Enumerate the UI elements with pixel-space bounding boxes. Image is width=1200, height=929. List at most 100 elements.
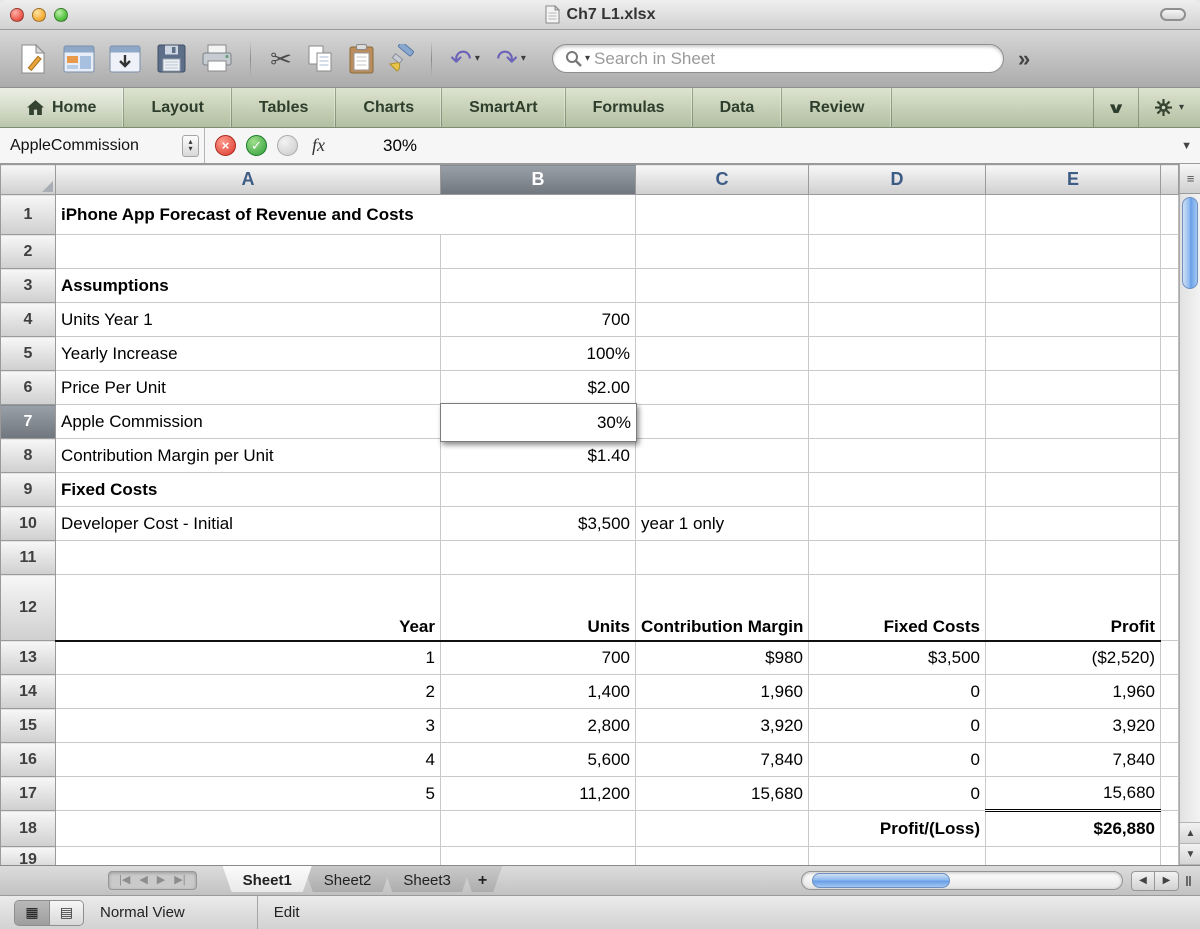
row-header[interactable]: 2 [0, 234, 56, 269]
cell-a3[interactable]: Assumptions [55, 268, 441, 303]
cell-d17[interactable]: 0 [808, 776, 986, 811]
cell[interactable] [635, 404, 809, 439]
cell[interactable] [808, 438, 986, 473]
import-button[interactable] [102, 37, 148, 81]
cell[interactable] [985, 506, 1161, 541]
cell[interactable] [808, 194, 986, 235]
cell-d15[interactable]: 0 [808, 708, 986, 743]
cell-b17[interactable]: 11,200 [440, 776, 636, 811]
cell-b10[interactable]: $3,500 [440, 506, 636, 541]
formula-builder-button[interactable] [277, 135, 298, 156]
open-button[interactable] [56, 37, 102, 81]
split-handle-button[interactable] [1180, 164, 1200, 194]
tab-review[interactable]: Review [782, 88, 893, 127]
cell[interactable] [985, 370, 1161, 405]
tab-sheet3[interactable]: Sheet3 [383, 866, 471, 892]
cell[interactable] [55, 810, 441, 847]
cell-b16[interactable]: 5,600 [440, 742, 636, 777]
cell-b15[interactable]: 2,800 [440, 708, 636, 743]
cell-c16[interactable]: 7,840 [635, 742, 809, 777]
cell-e12[interactable]: Profit [985, 574, 1161, 642]
cell[interactable] [808, 404, 986, 439]
accept-entry-button[interactable] [246, 135, 267, 156]
cell-b14[interactable]: 1,400 [440, 674, 636, 709]
row-header[interactable]: 1 [0, 194, 56, 235]
cell-c10[interactable]: year 1 only [635, 506, 809, 541]
row-header[interactable]: 14 [0, 674, 56, 709]
cell-d18[interactable]: Profit/(Loss) [808, 810, 986, 847]
row-header[interactable]: 7 [0, 404, 56, 439]
cell[interactable] [985, 234, 1161, 269]
cell-c12[interactable]: Contribution Margin [635, 574, 809, 642]
cell[interactable] [808, 472, 986, 507]
cell-edit-box[interactable]: 30% [440, 403, 637, 442]
cell-c14[interactable]: 1,960 [635, 674, 809, 709]
cell-e14[interactable]: 1,960 [985, 674, 1161, 709]
column-header-b[interactable]: B [440, 164, 636, 195]
column-header-a[interactable]: A [55, 164, 441, 195]
cell-e16[interactable]: 7,840 [985, 742, 1161, 777]
cell-d14[interactable]: 0 [808, 674, 986, 709]
search-input[interactable] [594, 48, 991, 69]
copy-button[interactable] [301, 37, 341, 81]
ribbon-settings-button[interactable] [1137, 88, 1200, 127]
row-header[interactable]: 6 [0, 370, 56, 405]
cell-d16[interactable]: 0 [808, 742, 986, 777]
cell[interactable] [635, 302, 809, 337]
cell-b8[interactable]: $1.40 [440, 438, 636, 473]
cell-a6[interactable]: Price Per Unit [55, 370, 441, 405]
select-all-corner[interactable] [0, 164, 56, 195]
cell[interactable] [808, 268, 986, 303]
zoom-window-button[interactable] [54, 7, 68, 22]
column-header-e[interactable]: E [985, 164, 1161, 195]
cut-button[interactable] [261, 37, 301, 81]
tab-sheet2[interactable]: Sheet2 [304, 866, 392, 892]
cell-a13[interactable]: 1 [55, 640, 441, 675]
horizontal-scroll-track[interactable] [801, 871, 1124, 890]
row-header[interactable]: 10 [0, 506, 56, 541]
cell-c15[interactable]: 3,920 [635, 708, 809, 743]
first-sheet-button[interactable] [119, 875, 130, 886]
cell[interactable] [440, 234, 636, 269]
name-box[interactable]: AppleCommission [0, 128, 205, 163]
tab-tables[interactable]: Tables [232, 88, 337, 127]
column-header-c[interactable]: C [635, 164, 809, 195]
cell-a8[interactable]: Contribution Margin per Unit [55, 438, 441, 473]
last-sheet-button[interactable] [174, 875, 185, 886]
cell-a5[interactable]: Yearly Increase [55, 336, 441, 371]
cell[interactable] [808, 336, 986, 371]
cell-e13[interactable]: ($2,520) [985, 640, 1161, 675]
tab-charts[interactable]: Charts [336, 88, 443, 127]
previous-sheet-button[interactable] [139, 875, 147, 886]
cancel-entry-button[interactable] [215, 135, 236, 156]
active-cell-b7[interactable]: 30% [440, 403, 637, 442]
cell[interactable] [635, 194, 809, 235]
normal-view-button[interactable] [15, 900, 49, 925]
cell-a14[interactable]: 2 [55, 674, 441, 709]
cell[interactable] [635, 234, 809, 269]
redo-button[interactable] [488, 37, 534, 81]
print-button[interactable] [194, 37, 240, 81]
column-header-d[interactable]: D [808, 164, 986, 195]
close-window-button[interactable] [10, 7, 24, 22]
cell[interactable] [440, 810, 636, 847]
new-workbook-button[interactable] [10, 37, 56, 81]
cell-c17[interactable]: 15,680 [635, 776, 809, 811]
name-box-stepper[interactable] [182, 134, 199, 157]
cell-b5[interactable]: 100% [440, 336, 636, 371]
row-header[interactable]: 4 [0, 302, 56, 337]
cell[interactable] [985, 472, 1161, 507]
cell-a17[interactable]: 5 [55, 776, 441, 811]
row-header[interactable]: 11 [0, 540, 56, 575]
search-field[interactable] [552, 44, 1004, 73]
cell-a12[interactable]: Year [55, 574, 441, 642]
cell[interactable] [440, 472, 636, 507]
cell-c13[interactable]: $980 [635, 640, 809, 675]
add-sheet-button[interactable]: + [463, 866, 502, 892]
paste-button[interactable] [341, 37, 381, 81]
scroll-down-button[interactable] [1180, 844, 1200, 865]
cell[interactable] [635, 810, 809, 847]
toolbar-toggle-button[interactable] [1160, 8, 1186, 21]
cell-b4[interactable]: 700 [440, 302, 636, 337]
scroll-left-button[interactable] [1131, 870, 1156, 891]
